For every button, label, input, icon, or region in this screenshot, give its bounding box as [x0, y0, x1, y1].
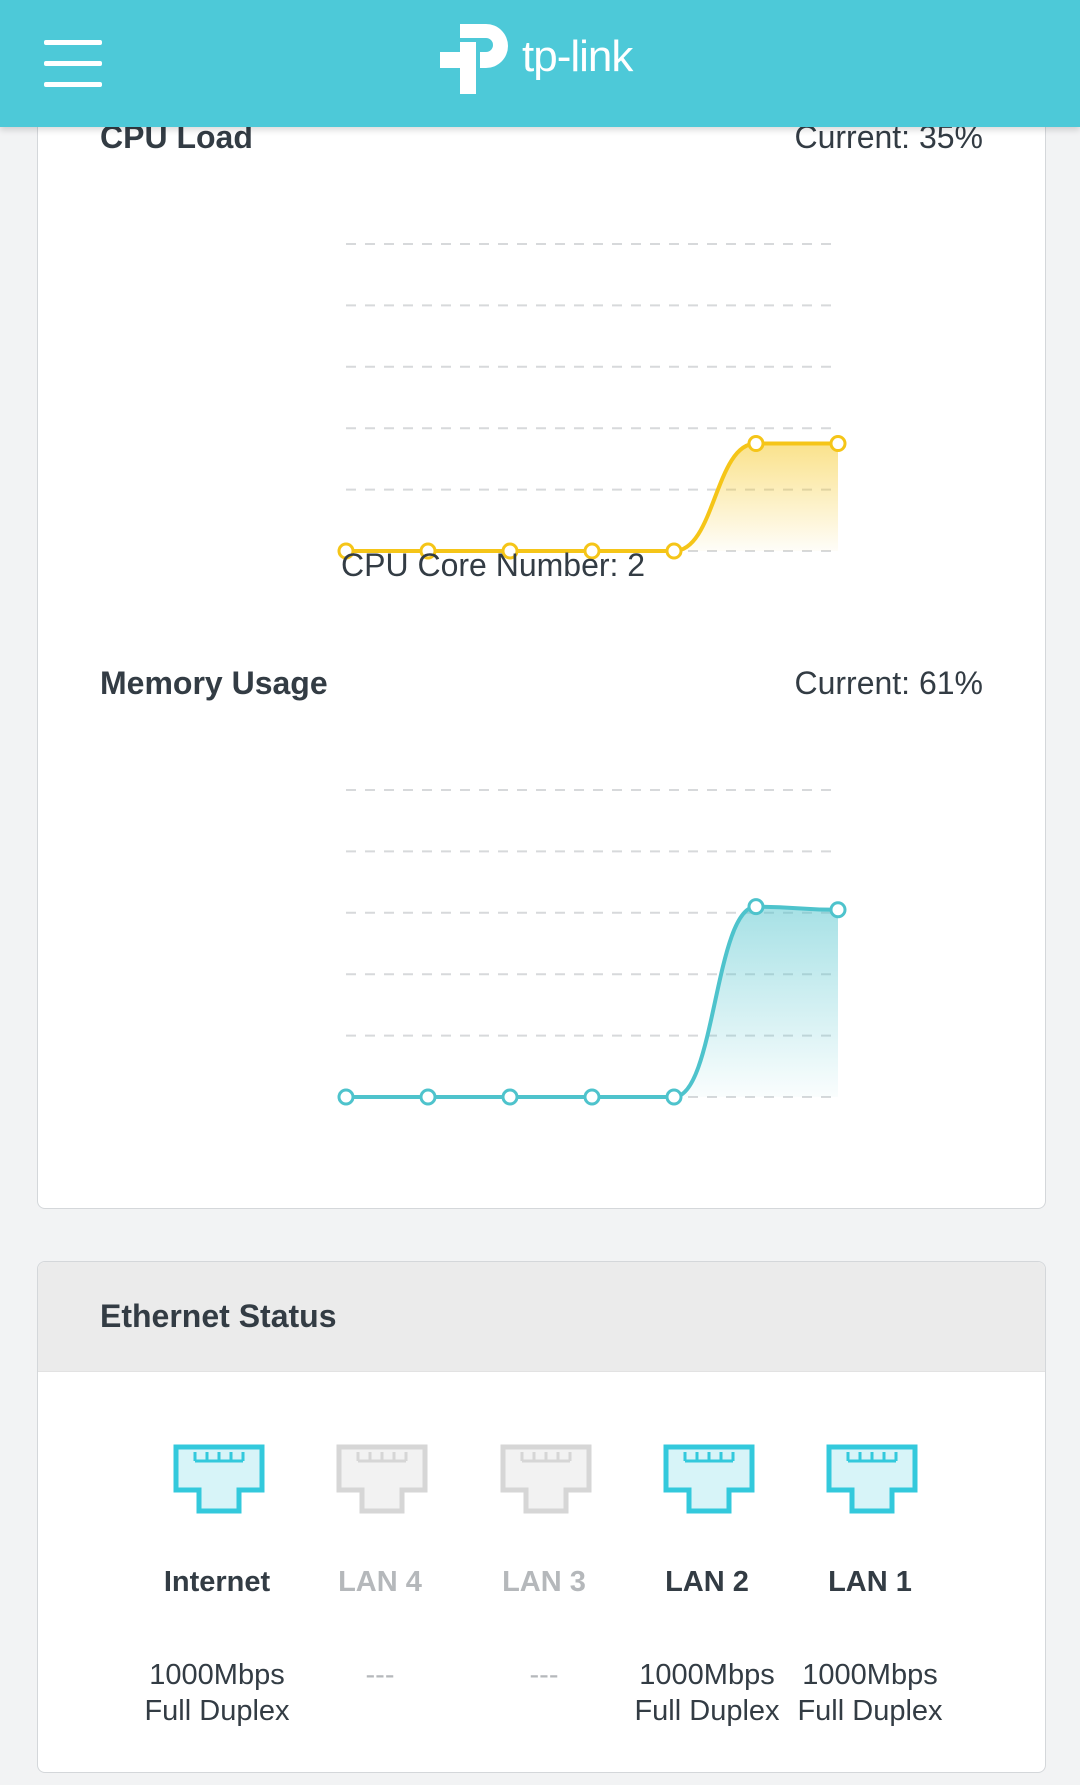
memory-chart-data-point	[501, 1088, 519, 1106]
port-duplex: Full Duplex	[797, 1695, 943, 1727]
port-speed-value: 1000Mbps	[639, 1659, 775, 1691]
memory-chart-data-point	[665, 1088, 683, 1106]
system-usage-card: CPU Load Current: 35% CPU Core Number: 2…	[37, 60, 1046, 1209]
logo-text: tp-link	[522, 32, 633, 81]
ethernet-status-header: Ethernet Status	[38, 1262, 1045, 1372]
port-duplex: Full Duplex	[634, 1695, 780, 1727]
port-speed: 1000Mbps Full Duplex	[137, 1657, 297, 1729]
port-label: LAN 4	[338, 1566, 422, 1598]
ethernet-port-icon	[500, 1444, 592, 1514]
tp-link-logo: tp-link	[440, 18, 660, 100]
memory-chart-data-point	[829, 901, 847, 919]
memory-chart-area	[346, 906, 838, 1097]
port-label: LAN 1	[828, 1566, 912, 1598]
menu-icon[interactable]	[44, 40, 102, 88]
memory-chart-data-point	[337, 1088, 355, 1106]
ethernet-port-icon	[826, 1444, 918, 1514]
port-speed: ---	[464, 1657, 624, 1693]
port-label: LAN 2	[665, 1566, 749, 1598]
port-label: Internet	[163, 1566, 271, 1598]
ethernet-port-icon	[173, 1444, 265, 1514]
memory-usage-chart	[337, 789, 847, 1106]
port-label: LAN 3	[502, 1566, 586, 1598]
ethernet-status-card: Ethernet Status Internet 1000Mbps Full Dup…	[37, 1261, 1046, 1773]
port-speed: 1000Mbps Full Duplex	[627, 1657, 787, 1729]
port-speed: 1000Mbps Full Duplex	[790, 1657, 950, 1729]
app-header: tp-link	[0, 0, 1080, 127]
port-duplex: Full Duplex	[144, 1695, 290, 1727]
ethernet-port-icon	[663, 1444, 755, 1514]
port-speed-value: 1000Mbps	[149, 1659, 285, 1691]
memory-chart-data-point	[583, 1088, 601, 1106]
port-speed-value: ---	[365, 1659, 395, 1691]
ethernet-port-icon	[336, 1444, 428, 1514]
ethernet-status-title: Ethernet Status	[100, 1298, 337, 1334]
memory-chart-data-point	[747, 898, 765, 916]
memory-chart-data-point	[419, 1088, 437, 1106]
port-speed-value: ---	[529, 1659, 559, 1691]
tp-link-logo-mark	[440, 24, 508, 94]
port-speed: ---	[300, 1657, 460, 1693]
port-speed-value: 1000Mbps	[802, 1659, 938, 1691]
